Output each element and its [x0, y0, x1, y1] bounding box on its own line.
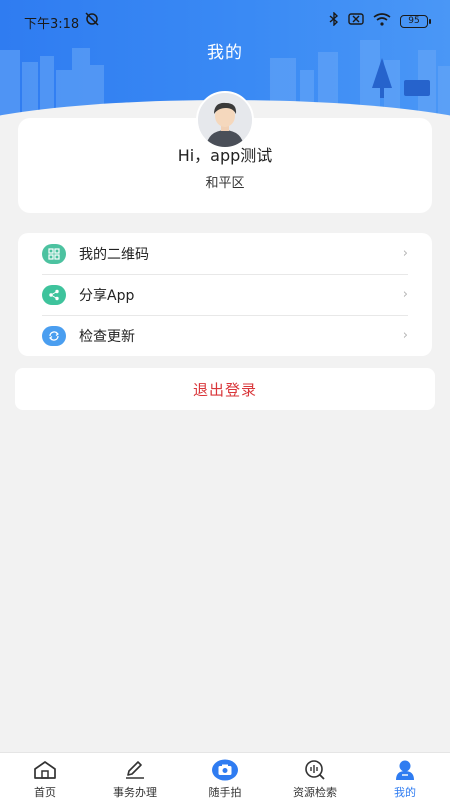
menu-label: 分享App [79, 287, 135, 304]
chevron-right-icon: › [402, 287, 408, 302]
nav-label: 资源检索 [293, 786, 337, 799]
refresh-icon [42, 325, 66, 346]
nav-label: 首页 [34, 786, 56, 799]
nav-item-snapshot[interactable]: 随手拍 [180, 753, 270, 800]
menu-item-check-update[interactable]: 检查更新 › [42, 315, 408, 356]
sim-off-icon [348, 13, 364, 29]
chevron-right-icon: › [402, 246, 408, 261]
bluetooth-icon [329, 11, 339, 30]
nav-label: 我的 [394, 786, 416, 799]
menu-label: 检查更新 [79, 328, 135, 345]
menu-item-share[interactable]: 分享App › [42, 274, 408, 315]
nav-item-home[interactable]: 首页 [0, 753, 90, 800]
battery-level: 95 [408, 16, 420, 26]
qrcode-icon [42, 243, 66, 264]
battery-icon: 95 [400, 14, 431, 28]
bottom-nav: 首页 事务办理 随手拍 资源检索 我的 [0, 752, 450, 800]
menu-label: 我的二维码 [79, 246, 149, 263]
nav-item-affairs[interactable]: 事务办理 [90, 753, 180, 800]
mute-alarm-icon [84, 12, 100, 30]
logout-button[interactable]: 退出登录 [15, 368, 435, 410]
menu-card: 我的二维码 › 分享App › 检查更新 › [18, 233, 432, 356]
home-icon [32, 759, 58, 781]
profile-greeting: Hi，app测试 [177, 146, 273, 165]
nav-item-mine[interactable]: 我的 [360, 753, 450, 800]
profile-district: 和平区 [205, 176, 245, 191]
status-bar: 下午3:18 95 [0, 0, 450, 40]
search-icon [302, 759, 328, 781]
share-icon [42, 284, 66, 305]
page-title: 我的 [207, 43, 243, 63]
wifi-icon [373, 12, 391, 30]
avatar[interactable] [196, 91, 254, 149]
chevron-right-icon: › [402, 328, 408, 343]
user-avatar-icon [198, 93, 252, 147]
camera-icon [212, 759, 238, 781]
user-icon [392, 759, 418, 781]
nav-label: 事务办理 [113, 786, 157, 799]
status-time: 下午3:18 [24, 17, 80, 32]
edit-icon [122, 759, 148, 781]
nav-item-resource-search[interactable]: 资源检索 [270, 753, 360, 800]
menu-item-qrcode[interactable]: 我的二维码 › [42, 233, 408, 274]
nav-label: 随手拍 [208, 786, 242, 799]
